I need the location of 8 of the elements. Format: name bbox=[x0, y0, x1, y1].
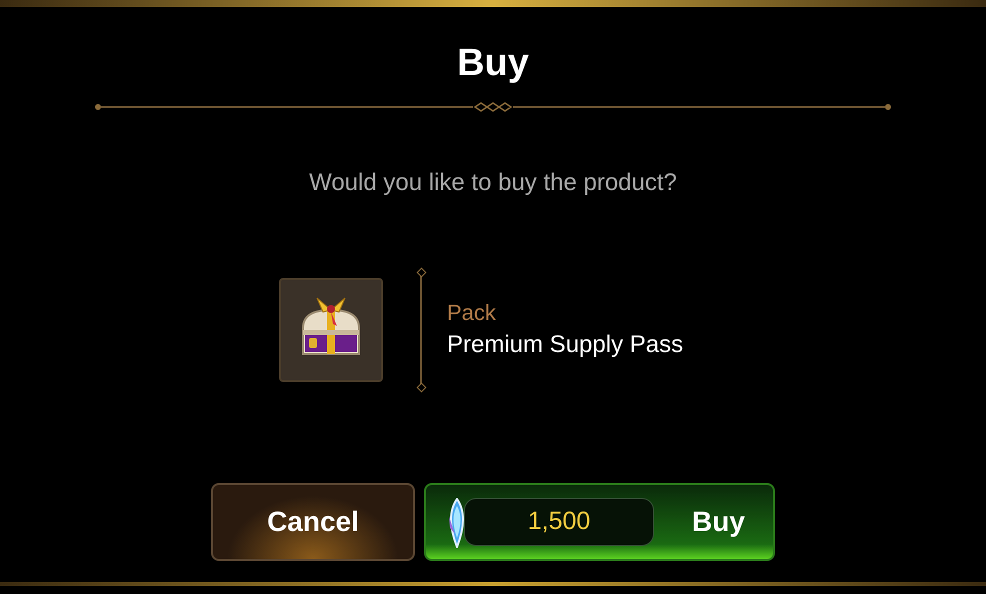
product-category: Pack bbox=[447, 299, 497, 327]
cancel-button[interactable]: Cancel bbox=[211, 483, 415, 561]
price-field: 1,500 bbox=[464, 498, 654, 546]
confirmation-message: Would you like to buy the product? bbox=[309, 168, 677, 198]
dialog-title: Buy bbox=[457, 41, 529, 85]
buy-label: Buy bbox=[692, 505, 745, 539]
buy-button[interactable]: 1,500 Buy bbox=[424, 483, 775, 561]
product-name: Premium Supply Pass bbox=[447, 330, 684, 360]
